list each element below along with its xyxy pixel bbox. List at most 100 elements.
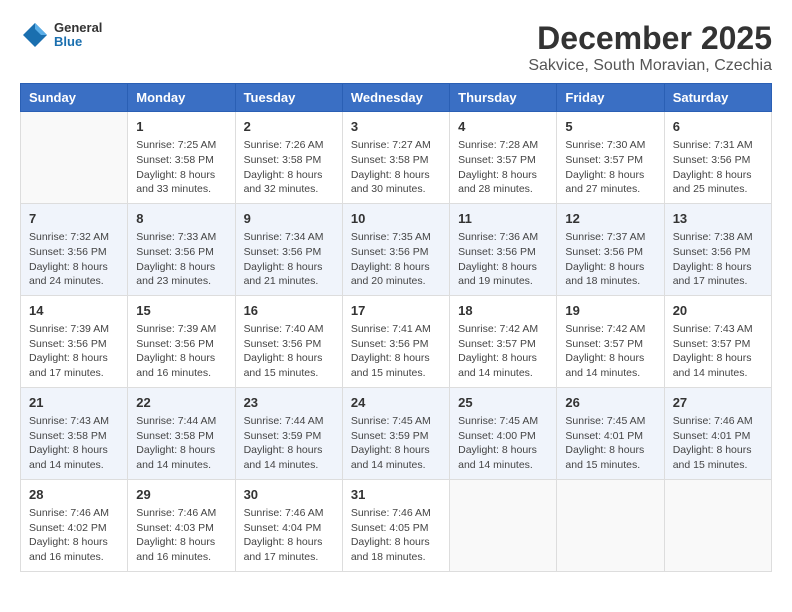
day-number: 29	[136, 486, 226, 504]
logo-text: General Blue	[54, 21, 102, 50]
calendar-cell: 6 Sunrise: 7:31 AM Sunset: 3:56 PM Daylig…	[664, 112, 771, 204]
day-number: 24	[351, 394, 441, 412]
day-info: Sunrise: 7:43 AM Sunset: 3:58 PM Dayligh…	[29, 414, 119, 473]
day-number: 31	[351, 486, 441, 504]
day-info: Sunrise: 7:36 AM Sunset: 3:56 PM Dayligh…	[458, 230, 548, 289]
day-info: Sunrise: 7:28 AM Sunset: 3:57 PM Dayligh…	[458, 138, 548, 197]
day-info: Sunrise: 7:46 AM Sunset: 4:03 PM Dayligh…	[136, 506, 226, 565]
day-info: Sunrise: 7:34 AM Sunset: 3:56 PM Dayligh…	[244, 230, 334, 289]
day-number: 12	[565, 210, 655, 228]
calendar-cell: 14 Sunrise: 7:39 AM Sunset: 3:56 PM Dayli…	[21, 295, 128, 387]
day-number: 9	[244, 210, 334, 228]
calendar-cell: 1 Sunrise: 7:25 AM Sunset: 3:58 PM Daylig…	[128, 112, 235, 204]
day-number: 17	[351, 302, 441, 320]
day-number: 11	[458, 210, 548, 228]
calendar-cell: 27 Sunrise: 7:46 AM Sunset: 4:01 PM Dayli…	[664, 387, 771, 479]
logo-icon	[20, 20, 50, 50]
day-info: Sunrise: 7:46 AM Sunset: 4:02 PM Dayligh…	[29, 506, 119, 565]
day-info: Sunrise: 7:45 AM Sunset: 4:00 PM Dayligh…	[458, 414, 548, 473]
calendar-cell	[557, 479, 664, 571]
day-info: Sunrise: 7:38 AM Sunset: 3:56 PM Dayligh…	[673, 230, 763, 289]
day-info: Sunrise: 7:46 AM Sunset: 4:05 PM Dayligh…	[351, 506, 441, 565]
day-info: Sunrise: 7:46 AM Sunset: 4:01 PM Dayligh…	[673, 414, 763, 473]
day-number: 25	[458, 394, 548, 412]
day-info: Sunrise: 7:46 AM Sunset: 4:04 PM Dayligh…	[244, 506, 334, 565]
calendar-cell: 18 Sunrise: 7:42 AM Sunset: 3:57 PM Dayli…	[450, 295, 557, 387]
calendar-cell: 3 Sunrise: 7:27 AM Sunset: 3:58 PM Daylig…	[342, 112, 449, 204]
subtitle: Sakvice, South Moravian, Czechia	[528, 57, 772, 75]
day-number: 21	[29, 394, 119, 412]
day-number: 18	[458, 302, 548, 320]
calendar-cell: 28 Sunrise: 7:46 AM Sunset: 4:02 PM Dayli…	[21, 479, 128, 571]
day-number: 28	[29, 486, 119, 504]
day-info: Sunrise: 7:26 AM Sunset: 3:58 PM Dayligh…	[244, 138, 334, 197]
day-info: Sunrise: 7:27 AM Sunset: 3:58 PM Dayligh…	[351, 138, 441, 197]
calendar-cell: 16 Sunrise: 7:40 AM Sunset: 3:56 PM Dayli…	[235, 295, 342, 387]
day-info: Sunrise: 7:45 AM Sunset: 4:01 PM Dayligh…	[565, 414, 655, 473]
calendar-week-row: 21 Sunrise: 7:43 AM Sunset: 3:58 PM Dayli…	[21, 387, 772, 479]
calendar-cell: 10Sunrise: 7:35 AM Sunset: 3:56 PM Dayli…	[342, 203, 449, 295]
calendar-week-row: 14 Sunrise: 7:39 AM Sunset: 3:56 PM Dayli…	[21, 295, 772, 387]
day-number: 1	[136, 118, 226, 136]
header-saturday: Saturday	[664, 84, 771, 112]
day-number: 15	[136, 302, 226, 320]
calendar-cell: 15 Sunrise: 7:39 AM Sunset: 3:56 PM Dayli…	[128, 295, 235, 387]
calendar-cell: 22Sunrise: 7:44 AM Sunset: 3:58 PM Dayli…	[128, 387, 235, 479]
day-number: 19	[565, 302, 655, 320]
day-number: 10	[351, 210, 441, 228]
calendar-cell: 12Sunrise: 7:37 AM Sunset: 3:56 PM Dayli…	[557, 203, 664, 295]
day-number: 14	[29, 302, 119, 320]
calendar-cell: 2 Sunrise: 7:26 AM Sunset: 3:58 PM Daylig…	[235, 112, 342, 204]
calendar-cell: 30 Sunrise: 7:46 AM Sunset: 4:04 PM Dayli…	[235, 479, 342, 571]
day-info: Sunrise: 7:32 AM Sunset: 3:56 PM Dayligh…	[29, 230, 119, 289]
calendar-week-row: 28 Sunrise: 7:46 AM Sunset: 4:02 PM Dayli…	[21, 479, 772, 571]
day-info: Sunrise: 7:25 AM Sunset: 3:58 PM Dayligh…	[136, 138, 226, 197]
day-number: 23	[244, 394, 334, 412]
logo-blue: Blue	[54, 35, 102, 49]
calendar-cell	[664, 479, 771, 571]
day-info: Sunrise: 7:39 AM Sunset: 3:56 PM Dayligh…	[136, 322, 226, 381]
day-info: Sunrise: 7:31 AM Sunset: 3:56 PM Dayligh…	[673, 138, 763, 197]
day-info: Sunrise: 7:40 AM Sunset: 3:56 PM Dayligh…	[244, 322, 334, 381]
calendar-cell: 25 Sunrise: 7:45 AM Sunset: 4:00 PM Dayli…	[450, 387, 557, 479]
calendar-cell: 4 Sunrise: 7:28 AM Sunset: 3:57 PM Daylig…	[450, 112, 557, 204]
header: General Blue December 2025 Sakvice, Sout…	[20, 20, 772, 75]
day-number: 5	[565, 118, 655, 136]
day-info: Sunrise: 7:30 AM Sunset: 3:57 PM Dayligh…	[565, 138, 655, 197]
logo-general: General	[54, 21, 102, 35]
calendar-cell	[21, 112, 128, 204]
calendar-cell: 31 Sunrise: 7:46 AM Sunset: 4:05 PM Dayli…	[342, 479, 449, 571]
day-info: Sunrise: 7:39 AM Sunset: 3:56 PM Dayligh…	[29, 322, 119, 381]
day-number: 26	[565, 394, 655, 412]
calendar-cell: 19Sunrise: 7:42 AM Sunset: 3:57 PM Dayli…	[557, 295, 664, 387]
day-number: 16	[244, 302, 334, 320]
day-number: 30	[244, 486, 334, 504]
calendar-cell	[450, 479, 557, 571]
day-info: Sunrise: 7:42 AM Sunset: 3:57 PM Dayligh…	[458, 322, 548, 381]
calendar-cell: 23 Sunrise: 7:44 AM Sunset: 3:59 PM Dayli…	[235, 387, 342, 479]
day-number: 27	[673, 394, 763, 412]
day-number: 6	[673, 118, 763, 136]
header-friday: Friday	[557, 84, 664, 112]
title-block: December 2025 Sakvice, South Moravian, C…	[528, 20, 772, 75]
day-info: Sunrise: 7:33 AM Sunset: 3:56 PM Dayligh…	[136, 230, 226, 289]
day-number: 4	[458, 118, 548, 136]
day-info: Sunrise: 7:41 AM Sunset: 3:56 PM Dayligh…	[351, 322, 441, 381]
calendar-header-row: SundayMondayTuesdayWednesdayThursdayFrid…	[21, 84, 772, 112]
logo: General Blue	[20, 20, 102, 50]
day-number: 3	[351, 118, 441, 136]
day-info: Sunrise: 7:44 AM Sunset: 3:59 PM Dayligh…	[244, 414, 334, 473]
day-number: 8	[136, 210, 226, 228]
calendar-week-row: 7 Sunrise: 7:32 AM Sunset: 3:56 PM Daylig…	[21, 203, 772, 295]
day-number: 22	[136, 394, 226, 412]
day-info: Sunrise: 7:45 AM Sunset: 3:59 PM Dayligh…	[351, 414, 441, 473]
day-number: 2	[244, 118, 334, 136]
header-thursday: Thursday	[450, 84, 557, 112]
calendar-cell: 13Sunrise: 7:38 AM Sunset: 3:56 PM Dayli…	[664, 203, 771, 295]
day-number: 7	[29, 210, 119, 228]
header-monday: Monday	[128, 84, 235, 112]
calendar-cell: 21 Sunrise: 7:43 AM Sunset: 3:58 PM Dayli…	[21, 387, 128, 479]
calendar-cell: 29 Sunrise: 7:46 AM Sunset: 4:03 PM Dayli…	[128, 479, 235, 571]
calendar-cell: 26 Sunrise: 7:45 AM Sunset: 4:01 PM Dayli…	[557, 387, 664, 479]
calendar-cell: 17 Sunrise: 7:41 AM Sunset: 3:56 PM Dayli…	[342, 295, 449, 387]
